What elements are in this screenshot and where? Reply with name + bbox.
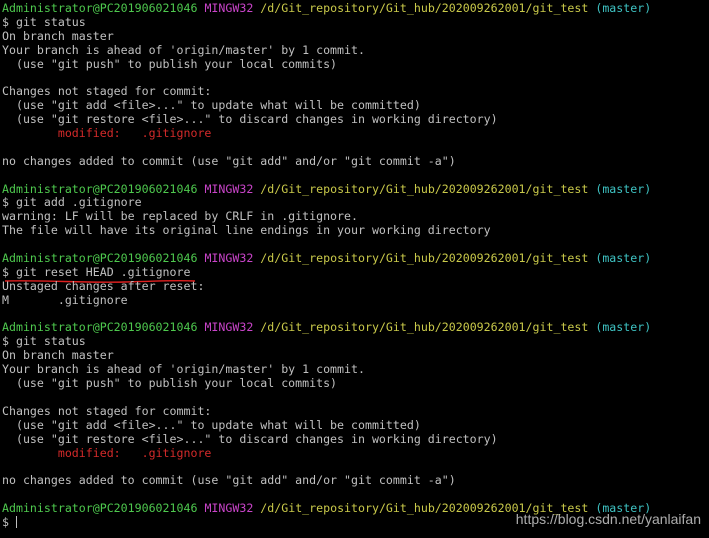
prompt-user: Administrator@PC201906021046 (2, 181, 198, 196)
output-line: (use "git add <file>..." to update what … (2, 417, 421, 432)
command-text: git status (15, 334, 86, 349)
command-line: $ git status (2, 14, 709, 30)
prompt-line: Administrator@PC201906021046 MINGW32 /d/… (2, 181, 709, 197)
prompt-branch: (master) (595, 320, 652, 335)
modified-label: modified: (2, 445, 121, 460)
prompt-user: Administrator@PC201906021046 (2, 501, 198, 516)
prompt-msystem: MINGW32 (204, 1, 254, 15)
output-line: (use "git add <file>..." to update what … (2, 98, 421, 113)
modified-file: .gitignore (120, 445, 212, 460)
prompt-user: Administrator@PC201906021046 (2, 1, 198, 15)
modified-line: modified: .gitignore (2, 126, 709, 141)
output-line: M .gitignore (2, 292, 128, 307)
modified-file: .gitignore (120, 126, 212, 141)
prompt-branch: (master) (595, 251, 652, 266)
output-line: On branch master (2, 28, 114, 43)
watermark-text: https://blog.csdn.net/yanlaifan (515, 511, 701, 527)
prompt-msystem: MINGW32 (204, 181, 254, 196)
output-line: Changes not staged for commit: (2, 403, 212, 418)
prompt-path: /d/Git_repository/Git_hub/202009262001/g… (260, 251, 589, 266)
output-line: warning: LF will be replaced by CRLF in … (2, 209, 358, 224)
command-line: $ git status (2, 334, 709, 349)
output-line: The file will have its original line end… (2, 223, 491, 238)
output-line: Unstaged changes after reset: (2, 278, 205, 293)
output-line: (use "git restore <file>..." to discard … (2, 112, 498, 127)
modified-label: modified: (2, 126, 121, 141)
prompt-msystem: MINGW32 (204, 320, 254, 335)
output-line: (use "git restore <file>..." to discard … (2, 431, 498, 446)
prompt-line: Administrator@PC201906021046 MINGW32 /d/… (2, 1, 709, 16)
prompt-branch: (master) (595, 181, 652, 196)
command-text: git add .gitignore (15, 195, 142, 210)
prompt-branch: (master) (595, 1, 652, 15)
command-line: $ git reset HEAD .gitignore (2, 264, 709, 283)
prompt-msystem: MINGW32 (204, 251, 254, 266)
prompt-path: /d/Git_repository/Git_hub/202009262001/g… (260, 320, 589, 335)
text-cursor (15, 515, 17, 528)
prompt-symbol: $ (2, 14, 9, 29)
prompt-line: Administrator@PC201906021046 MINGW32 /d/… (2, 321, 709, 335)
terminal-window[interactable]: Administrator@PC201906021046 MINGW32 /d/… (2, 1, 709, 538)
output-line: Your branch is ahead of 'origin/master' … (2, 362, 365, 377)
output-line: On branch master (2, 348, 114, 363)
prompt-symbol: $ (2, 514, 9, 529)
prompt-msystem: MINGW32 (204, 501, 254, 516)
modified-line: modified: .gitignore (2, 445, 709, 461)
prompt-path: /d/Git_repository/Git_hub/202009262001/g… (260, 1, 589, 15)
output-line: (use "git push" to publish your local co… (2, 376, 338, 391)
prompt-line: Administrator@PC201906021046 MINGW32 /d/… (2, 251, 709, 266)
output-line: no changes added to commit (use "git add… (2, 473, 456, 488)
prompt-symbol: $ (2, 334, 9, 349)
prompt-user: Administrator@PC201906021046 (2, 251, 198, 266)
command-text: git status (15, 14, 86, 29)
output-line: Your branch is ahead of 'origin/master' … (2, 42, 365, 57)
prompt-symbol: $ (2, 264, 9, 279)
prompt-symbol: $ (2, 195, 9, 210)
prompt-user: Administrator@PC201906021046 (2, 320, 198, 335)
output-line: Changes not staged for commit: (2, 84, 212, 99)
output-line: (use "git push" to publish your local co… (2, 56, 338, 71)
prompt-path: /d/Git_repository/Git_hub/202009262001/g… (260, 181, 589, 196)
output-line: no changes added to commit (use "git add… (2, 153, 456, 168)
command-line: $ git add .gitignore (2, 196, 709, 210)
command-text: git reset HEAD .gitignore (15, 264, 191, 279)
